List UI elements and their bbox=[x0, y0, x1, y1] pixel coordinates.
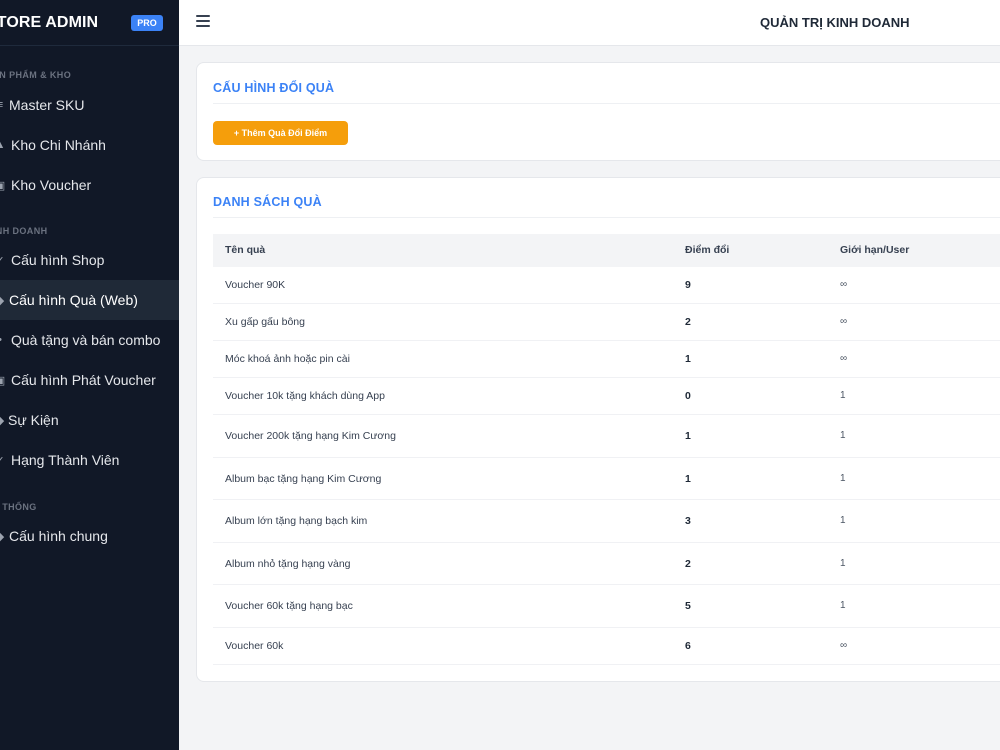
table-row[interactable]: Album nhỏ tặng hạng vàng 2 1 bbox=[213, 543, 1000, 585]
table-row[interactable]: Voucher 200k tặng hạng Kim Cương 1 1 bbox=[213, 415, 1000, 458]
gift-name: Voucher 60k tặng hạng bạc bbox=[225, 600, 353, 612]
sidebar-item-label: Cấu hình Quà (Web) bbox=[9, 292, 138, 308]
gift-name: Móc khoá ảnh hoặc pin cài bbox=[225, 353, 350, 365]
gift-name: Voucher 10k tặng khách dùng App bbox=[225, 390, 385, 402]
table-row[interactable]: Voucher 60k 6 ∞ bbox=[213, 628, 1000, 665]
table-row[interactable]: Album bạc tặng hạng Kim Cương 1 1 bbox=[213, 458, 1000, 500]
gift-points: 0 bbox=[685, 390, 691, 402]
gift-points: 1 bbox=[685, 353, 691, 365]
gift-points: 1 bbox=[685, 473, 691, 485]
brand: STORE ADMIN PRO bbox=[0, 0, 179, 46]
sidebar-item-master-sku[interactable]: ≡ Master SKU bbox=[0, 85, 179, 125]
gift-points: 9 bbox=[685, 279, 691, 291]
gift-limit: 1 bbox=[840, 558, 846, 569]
sidebar-item-label: Hạng Thành Viên bbox=[11, 452, 120, 468]
gift-limit: 1 bbox=[840, 390, 846, 401]
menu-toggle-icon[interactable] bbox=[196, 15, 210, 27]
gift-icon: ◆ bbox=[0, 294, 6, 307]
sidebar-item-label: Sự Kiện bbox=[8, 412, 59, 428]
list-icon: ≡ bbox=[0, 99, 6, 111]
sidebar-item-branch-stock[interactable]: ▲ Kho Chi Nhánh bbox=[0, 125, 179, 165]
sidebar-item-voucher-issue[interactable]: ▣ Cấu hình Phát Voucher bbox=[0, 360, 179, 400]
sidebar-item-events[interactable]: ◆ Sự Kiện bbox=[0, 400, 179, 440]
warehouse-icon: ▲ bbox=[0, 139, 6, 151]
table-row[interactable]: Móc khoá ảnh hoặc pin cài 1 ∞ bbox=[213, 341, 1000, 378]
sidebar-item-combo[interactable]: • Quà tặng và bán combo bbox=[0, 320, 179, 360]
sidebar-item-label: Kho Voucher bbox=[11, 177, 92, 193]
brand-title: STORE ADMIN bbox=[0, 14, 99, 31]
table-row[interactable]: Voucher 60k tặng hạng bạc 5 1 bbox=[213, 585, 1000, 628]
sidebar-item-label: Master SKU bbox=[9, 97, 85, 113]
sidebar-item-general-config[interactable]: ◆ Cấu hình chung bbox=[0, 516, 179, 556]
sidebar-item-label: Kho Chi Nhánh bbox=[11, 137, 106, 153]
sidebar-item-voucher-stock[interactable]: ▣ Kho Voucher bbox=[0, 165, 179, 205]
event-icon: ◆ bbox=[0, 414, 6, 427]
pro-badge: PRO bbox=[131, 15, 163, 31]
gift-list-card: DANH SÁCH QUÀ Tên quà Điểm đổi Giới hạn/… bbox=[196, 177, 1000, 682]
gift-name: Album nhỏ tặng hạng vàng bbox=[225, 558, 351, 570]
gift-limit: ∞ bbox=[840, 279, 848, 290]
gift-name: Voucher 60k bbox=[225, 640, 284, 652]
column-header-limit: Giới hạn/User bbox=[840, 244, 910, 256]
gift-limit: 1 bbox=[840, 600, 846, 611]
sidebar-item-label: Cấu hình Phát Voucher bbox=[11, 372, 156, 388]
gift-points: 3 bbox=[685, 515, 691, 527]
table-row[interactable]: Album lớn tặng hạng bạch kim 3 1 bbox=[213, 500, 1000, 543]
check-icon: ✓ bbox=[0, 454, 6, 467]
gift-limit: 1 bbox=[840, 515, 846, 526]
gift-points: 2 bbox=[685, 316, 691, 328]
column-header-points: Điểm đổi bbox=[685, 244, 730, 256]
gift-limit: ∞ bbox=[840, 640, 848, 651]
gift-name: Album bạc tặng hạng Kim Cương bbox=[225, 473, 382, 485]
card-title: DANH SÁCH QUÀ bbox=[213, 195, 322, 209]
add-gift-button[interactable]: + Thêm Quà Đổi Điểm bbox=[213, 121, 348, 145]
gift-name: Voucher 200k tặng hạng Kim Cương bbox=[225, 430, 396, 442]
bullet-icon: • bbox=[0, 334, 6, 346]
card-title: CẤU HÌNH ĐỔI QUÀ bbox=[213, 81, 335, 95]
table-header: Tên quà Điểm đổi Giới hạn/User bbox=[213, 234, 1000, 267]
gift-limit: ∞ bbox=[840, 353, 848, 364]
sidebar-item-membership[interactable]: ✓ Hạng Thành Viên bbox=[0, 440, 179, 480]
gift-points: 2 bbox=[685, 558, 691, 570]
sidebar: STORE ADMIN PRO SẢN PHẨM & KHO ≡ Master … bbox=[0, 0, 179, 750]
section-label-system: HỆ THỐNG bbox=[0, 502, 37, 512]
gift-name: Xu gấp gấu bông bbox=[225, 316, 305, 328]
divider bbox=[213, 217, 1000, 218]
gift-points: 6 bbox=[685, 640, 691, 652]
sidebar-item-gift-config[interactable]: ◆ Cấu hình Quà (Web) bbox=[0, 280, 179, 320]
gift-points: 5 bbox=[685, 600, 691, 612]
gift-limit: ∞ bbox=[840, 316, 848, 327]
table-row[interactable]: Voucher 10k tặng khách dùng App 0 1 bbox=[213, 378, 1000, 415]
page-title: QUẢN TRỊ KINH DOANH bbox=[760, 15, 910, 30]
sidebar-item-label: Cấu hình Shop bbox=[11, 252, 105, 268]
sidebar-item-shop-config[interactable]: ✓ Cấu hình Shop bbox=[0, 240, 179, 280]
sidebar-item-label: Cấu hình chung bbox=[9, 528, 108, 544]
column-header-name: Tên quà bbox=[225, 244, 266, 256]
topbar: QUẢN TRỊ KINH DOANH bbox=[179, 0, 1000, 46]
gift-points: 1 bbox=[685, 430, 691, 442]
section-label-business: KINH DOANH bbox=[0, 226, 48, 236]
ticket-icon: ▣ bbox=[0, 374, 6, 387]
ticket-icon: ▣ bbox=[0, 179, 6, 192]
gift-name: Album lớn tặng hạng bạch kim bbox=[225, 515, 368, 527]
gift-name: Voucher 90K bbox=[225, 279, 286, 291]
divider bbox=[213, 103, 1000, 104]
gift-limit: 1 bbox=[840, 430, 846, 441]
check-icon: ✓ bbox=[0, 254, 6, 267]
sidebar-item-label: Quà tặng và bán combo bbox=[11, 332, 161, 348]
table-row[interactable]: Voucher 90K 9 ∞ bbox=[213, 267, 1000, 304]
settings-icon: ◆ bbox=[0, 530, 6, 543]
gift-config-card: CẤU HÌNH ĐỔI QUÀ + Thêm Quà Đổi Điểm bbox=[196, 62, 1000, 161]
section-label-products: SẢN PHẨM & KHO bbox=[0, 70, 72, 80]
gift-limit: 1 bbox=[840, 473, 846, 484]
table-row[interactable]: Xu gấp gấu bông 2 ∞ bbox=[213, 304, 1000, 341]
